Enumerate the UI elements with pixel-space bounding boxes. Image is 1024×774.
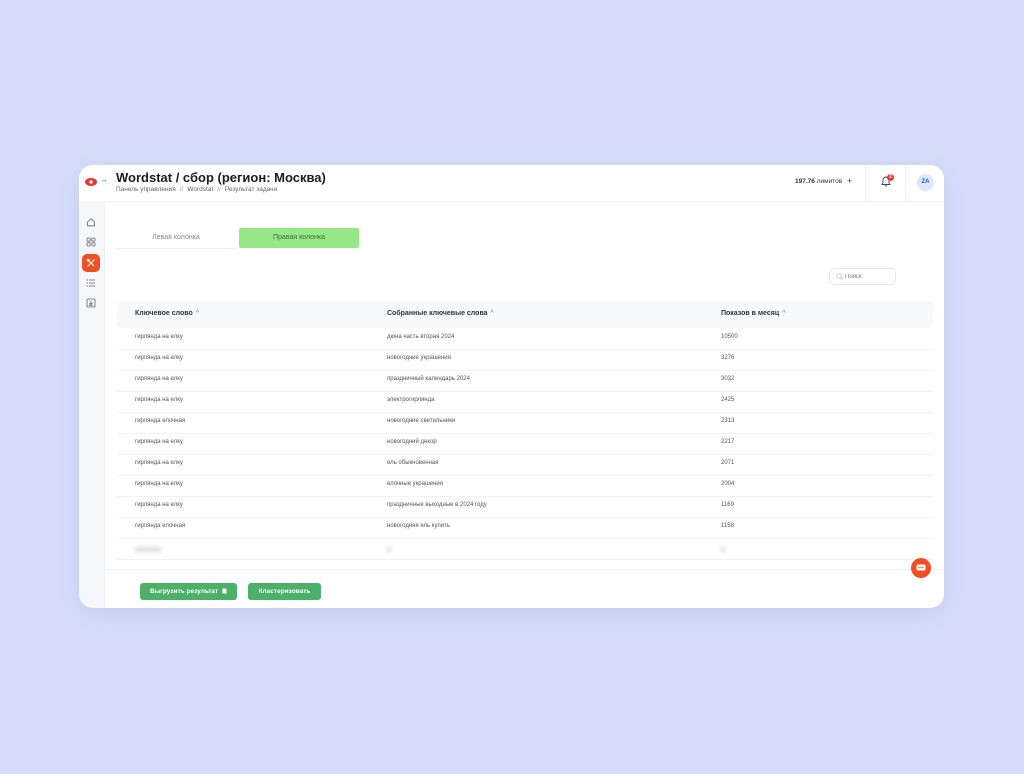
header-divider xyxy=(905,165,906,201)
action-footer: Выгрузить результат Кластеризовать xyxy=(105,569,944,608)
tab-left-column[interactable]: Левая колонка xyxy=(116,228,236,249)
blurred-placeholder xyxy=(135,547,161,552)
document-icon xyxy=(222,588,227,594)
limits-label: лимитов xyxy=(816,178,843,185)
cell-collected-keyword: ель обыкновенная xyxy=(387,460,439,466)
search-input[interactable] xyxy=(845,270,893,283)
top-header: → Wordstat / сбор (регион: Москва) Панел… xyxy=(79,165,944,202)
blurred-placeholder xyxy=(387,547,391,552)
table-row[interactable]: гирлянда на елку праздничные выходные в … xyxy=(117,496,933,518)
table-row[interactable]: гирлянда на елку праздничный календарь 2… xyxy=(117,370,933,392)
table-row[interactable]: гирлянда на елку дюна часть вторая 2024 … xyxy=(117,328,933,350)
limits-counter: 197.76 лимитов xyxy=(795,178,842,185)
grid-icon xyxy=(86,237,96,247)
cell-collected-keyword: новогодний декор xyxy=(387,439,437,445)
cell-collected-keyword: елочные украшения xyxy=(387,481,444,487)
table-row[interactable]: гирлянда на елку электрогирлянда 2425 xyxy=(117,391,933,413)
cell-collected-keyword: праздничные выходные в 2024 году xyxy=(387,502,487,508)
home-icon xyxy=(87,218,95,227)
column-header-impressions[interactable]: Показов в месяц ^ xyxy=(721,310,785,317)
tab-right-column[interactable]: Правая колонка xyxy=(239,228,359,248)
table-row[interactable]: гирлянда на елку новогодний декор 2217 xyxy=(117,433,933,455)
sidebar xyxy=(79,201,105,608)
table-row[interactable]: гирлянда на елку елочные украшения 2004 xyxy=(117,475,933,497)
download-icon xyxy=(86,298,96,308)
list-icon xyxy=(86,279,95,287)
blurred-placeholder xyxy=(721,547,725,552)
cell-impressions: 2004 xyxy=(721,481,735,487)
cell-impressions: 1169 xyxy=(721,502,734,508)
eye-logo-icon[interactable] xyxy=(85,177,97,187)
breadcrumb-item-dashboard[interactable]: Панель управления xyxy=(116,186,176,193)
sort-chevron-icon: ^ xyxy=(782,310,786,317)
column-header-label: Показов в месяц xyxy=(721,310,780,317)
sidebar-item-tools[interactable] xyxy=(82,254,100,272)
column-header-collected[interactable]: Собранные ключевые слова ^ xyxy=(387,310,494,317)
cell-impressions: 1158 xyxy=(721,523,734,529)
cell-impressions: 3276 xyxy=(721,355,735,361)
clusterize-button[interactable]: Кластеризовать xyxy=(248,583,321,600)
export-result-label: Выгрузить результат xyxy=(149,588,219,595)
column-header-label: Собранные ключевые слова xyxy=(387,310,488,317)
sort-chevron-icon: ^ xyxy=(490,310,494,317)
cell-keyword: гирлянда на елку xyxy=(135,439,183,445)
table-row[interactable]: гирлянда на елку новогодние украшения 32… xyxy=(117,349,933,371)
search-icon xyxy=(836,273,843,280)
results-table: Ключевое слово ^ Собранные ключевые слова… xyxy=(117,301,933,569)
avatar[interactable]: ZA xyxy=(917,174,934,191)
cell-impressions: 2071 xyxy=(721,460,735,466)
sidebar-item-apps[interactable] xyxy=(82,233,100,251)
cell-keyword: гирлянда на елку xyxy=(135,481,183,487)
cell-impressions: 2217 xyxy=(721,439,735,445)
sidebar-toggle-icon[interactable]: → xyxy=(100,175,108,184)
table-header: Ключевое слово ^ Собранные ключевые слова… xyxy=(117,301,933,328)
column-header-keyword[interactable]: Ключевое слово ^ xyxy=(135,310,199,317)
breadcrumb-separator: // xyxy=(217,186,221,193)
cell-collected-keyword: новогодние украшения xyxy=(387,355,451,361)
chat-support-button[interactable] xyxy=(911,558,931,578)
cell-keyword: гирлянда елочная xyxy=(135,418,186,424)
table-row-blurred xyxy=(117,538,933,560)
sort-chevron-icon: ^ xyxy=(195,310,200,317)
page-title: Wordstat / сбор (регион: Москва) xyxy=(116,170,326,185)
breadcrumb-item-wordstat[interactable]: Wordstat xyxy=(187,186,213,193)
cell-keyword: гирлянда на елку xyxy=(135,397,183,403)
header-divider xyxy=(865,165,866,201)
cell-impressions: 10500 xyxy=(721,334,738,340)
cell-impressions: 2313 xyxy=(721,418,735,424)
breadcrumb-item-result: Результат задачи xyxy=(224,186,278,193)
breadcrumb: Панель управления//Wordstat//Результат з… xyxy=(116,186,277,193)
sidebar-item-tasks[interactable] xyxy=(82,274,100,292)
cell-collected-keyword: праздничный календарь 2024 xyxy=(387,376,470,382)
cell-impressions: 2425 xyxy=(721,397,735,403)
cell-keyword: гирлянда елочная xyxy=(135,523,186,529)
app-window: → Wordstat / сбор (регион: Москва) Панел… xyxy=(79,165,944,608)
cell-collected-keyword: новогодняя ель купить xyxy=(387,523,450,529)
notification-badge: 2 xyxy=(887,174,894,181)
cell-keyword: гирлянда на елку xyxy=(135,334,183,340)
cell-keyword: гирлянда на елку xyxy=(135,460,183,466)
column-header-label: Ключевое слово xyxy=(135,310,193,317)
cell-collected-keyword: новогодние светильники xyxy=(387,418,456,424)
cell-keyword: гирлянда на елку xyxy=(135,502,183,508)
tools-icon xyxy=(86,258,95,267)
cell-keyword: гирлянда на елку xyxy=(135,376,183,382)
sidebar-item-downloads[interactable] xyxy=(82,294,100,312)
breadcrumb-separator: // xyxy=(179,186,184,193)
cell-impressions: 3032 xyxy=(721,376,735,382)
search-box xyxy=(829,268,896,285)
chat-icon xyxy=(916,564,926,571)
table-row[interactable]: гирлянда елочная новогодняя ель купить 1… xyxy=(117,517,933,539)
sidebar-item-home[interactable] xyxy=(82,213,100,231)
cell-keyword: гирлянда на елку xyxy=(135,355,183,361)
cell-collected-keyword: электрогирлянда xyxy=(387,397,435,403)
table-row[interactable]: гирлянда на елку ель обыкновенная 2071 xyxy=(117,454,933,476)
export-result-button[interactable]: Выгрузить результат xyxy=(140,583,237,600)
table-row[interactable]: гирлянда елочная новогодние светильники … xyxy=(117,412,933,434)
limits-value: 197.76 xyxy=(795,178,815,185)
cell-collected-keyword: дюна часть вторая 2024 xyxy=(387,334,455,340)
add-limits-button[interactable]: + xyxy=(847,176,852,186)
